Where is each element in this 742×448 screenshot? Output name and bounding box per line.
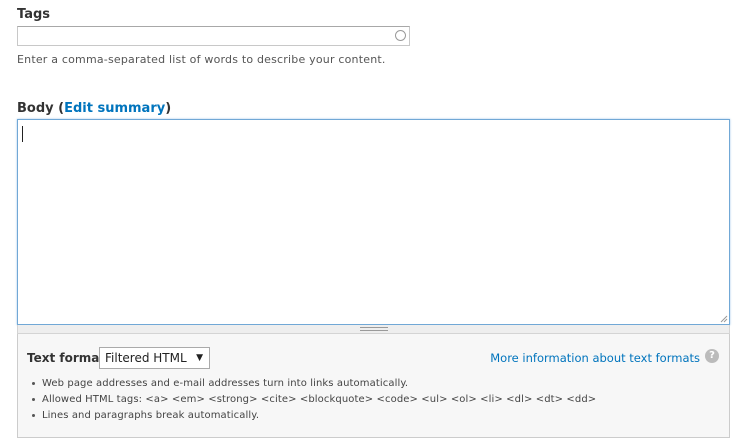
text-format-select[interactable]: Filtered HTML ▼ <box>99 347 210 369</box>
body-label-text: Body ( <box>17 101 65 116</box>
tip-item-line-breaks: Lines and paragraphs break automatically… <box>27 408 596 424</box>
textarea-resize-grippie[interactable] <box>17 325 730 334</box>
edit-summary-link[interactable]: Edit summary <box>64 101 165 116</box>
tags-label: Tags <box>17 7 51 22</box>
more-info-text-formats-link[interactable]: More information about text formats <box>490 351 700 365</box>
tags-input[interactable] <box>17 26 410 46</box>
body-textarea[interactable] <box>17 119 730 325</box>
tags-description: Enter a comma-separated list of words to… <box>17 53 386 66</box>
text-format-wrapper: Text format Filtered HTML ▼ More informa… <box>17 334 730 438</box>
body-label: Body (Edit summary) <box>17 101 171 116</box>
text-cursor <box>22 126 23 142</box>
help-icon[interactable]: ? <box>705 349 719 363</box>
body-label-close: ) <box>165 101 172 116</box>
grippie-handle-icon <box>360 327 388 331</box>
text-format-label: Text format <box>27 351 106 365</box>
resize-corner-icon[interactable] <box>720 315 728 323</box>
autocomplete-throbber-icon <box>395 30 406 41</box>
text-format-tips: Web page addresses and e-mail addresses … <box>27 376 596 424</box>
tip-item-links: Web page addresses and e-mail addresses … <box>27 376 596 392</box>
text-format-selected: Filtered HTML <box>105 351 187 365</box>
chevron-down-icon: ▼ <box>196 353 203 363</box>
tip-item-allowed-tags: Allowed HTML tags: <a> <em> <strong> <ci… <box>27 392 596 408</box>
